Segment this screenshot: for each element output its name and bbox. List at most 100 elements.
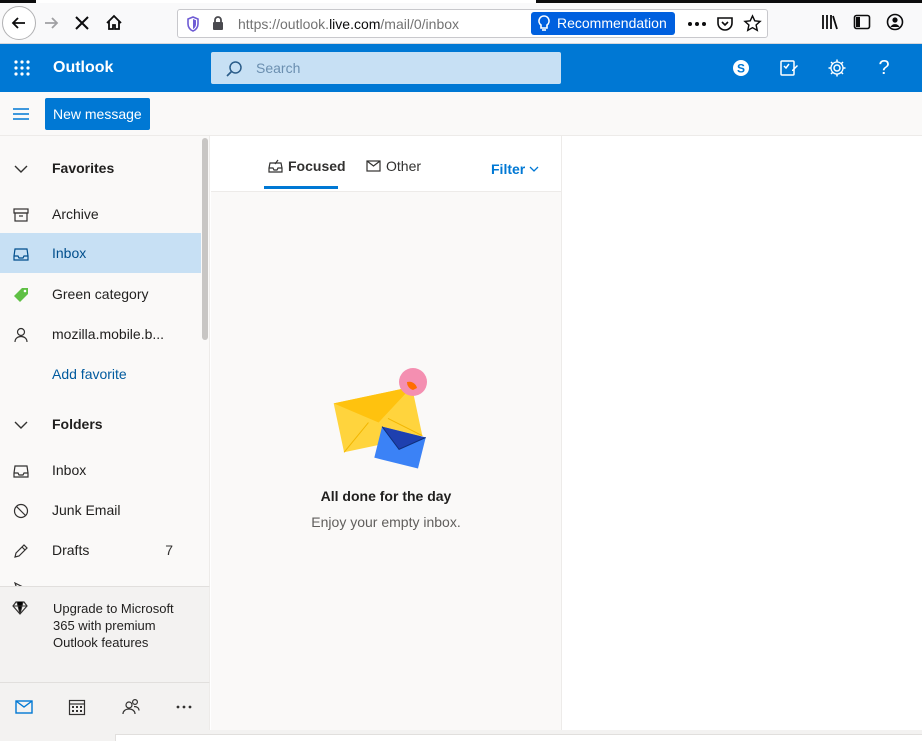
filter-button[interactable]: Filter: [491, 161, 539, 177]
focused-inbox-icon: [268, 159, 283, 173]
lightbulb-icon: [538, 15, 550, 31]
url-text[interactable]: https://outlook.live.com/mail/0/inbox: [238, 16, 459, 32]
mail-module-button[interactable]: [12, 695, 36, 719]
favorites-header[interactable]: Favorites: [0, 148, 201, 188]
inbox-pivot: Focused Other Filter: [211, 136, 561, 192]
forward-button[interactable]: [36, 8, 66, 38]
library-icon[interactable]: [821, 13, 839, 31]
sidebar-item-contact[interactable]: mozilla.mobile.b...: [0, 314, 201, 354]
sidebar-item-inbox[interactable]: Inbox: [0, 450, 201, 490]
envelope-icon: [366, 160, 381, 172]
sidebar-item-inbox-favorite[interactable]: Inbox: [0, 233, 201, 273]
diamond-icon: [12, 601, 28, 620]
empty-inbox-illustration: [333, 368, 427, 469]
favorites-label: Favorites: [52, 160, 115, 176]
upgrade-text: Upgrade to Microsoft 365 with premium Ou…: [53, 601, 174, 650]
people-module-button[interactable]: [119, 695, 143, 719]
inbox-icon: [12, 462, 30, 480]
pencil-icon: [12, 542, 30, 560]
person-icon: [12, 326, 30, 344]
address-bar[interactable]: https://outlook.live.com/mail/0/inbox Re…: [177, 9, 768, 38]
chevron-down-icon: [12, 416, 30, 434]
filter-label: Filter: [491, 161, 526, 177]
tab-strip: [0, 0, 922, 3]
search-icon: [226, 61, 242, 77]
account-icon[interactable]: [886, 13, 904, 31]
sidebar-item-label: Green category: [52, 286, 149, 302]
app-brand[interactable]: Outlook: [53, 59, 113, 77]
tab-other[interactable]: Other: [366, 158, 421, 174]
more-modules-button[interactable]: [172, 695, 196, 719]
ellipsis-icon: [176, 705, 192, 709]
chevron-down-icon: [529, 166, 539, 172]
task-list-icon: [780, 60, 798, 76]
app-launcher-button[interactable]: [2, 44, 42, 92]
tracking-shield-icon[interactable]: [186, 16, 200, 32]
help-icon: ?: [878, 56, 890, 79]
sidebar-item-archive[interactable]: Archive: [0, 194, 201, 234]
gear-icon: [828, 59, 846, 77]
back-button[interactable]: [2, 6, 36, 40]
nav-toggle-button[interactable]: [8, 102, 34, 126]
reading-pane: [562, 136, 922, 730]
search-box[interactable]: Search: [211, 52, 561, 84]
tab-focused-label: Focused: [288, 158, 346, 174]
back-arrow-icon: [11, 17, 25, 29]
pocket-icon[interactable]: [716, 15, 734, 33]
sidebar-item-green-category[interactable]: Green category: [0, 274, 201, 314]
add-favorite-link[interactable]: Add favorite: [0, 354, 201, 394]
stop-button[interactable]: [67, 8, 97, 38]
folders-label: Folders: [52, 416, 103, 432]
outlook-header: Outlook Search S ?: [0, 44, 922, 92]
recommendation-button[interactable]: Recommendation: [531, 12, 675, 35]
skype-icon: S: [733, 60, 749, 76]
upgrade-banner[interactable]: Upgrade to Microsoft 365 with premium Ou…: [0, 586, 210, 682]
sidebar-item-label: Inbox: [52, 245, 87, 261]
waffle-icon: [14, 60, 30, 76]
folder-pane-scrollbar[interactable]: [202, 138, 208, 340]
blocked-icon: [12, 502, 30, 520]
tag-icon: [12, 286, 30, 304]
browser-toolbar: https://outlook.live.com/mail/0/inbox Re…: [0, 0, 922, 44]
hamburger-icon: [13, 108, 29, 120]
bottom-strip: [0, 730, 922, 741]
unread-count: 7: [165, 542, 173, 558]
forward-arrow-icon: [45, 17, 59, 29]
add-favorite-label: Add favorite: [52, 366, 127, 382]
settings-button[interactable]: [823, 54, 851, 82]
search-input[interactable]: Search: [256, 60, 300, 76]
home-button[interactable]: [99, 8, 129, 38]
help-button[interactable]: ?: [870, 54, 898, 82]
archive-icon: [12, 206, 30, 224]
message-list: Focused Other Filter All done for the da…: [211, 136, 562, 730]
empty-state-title: All done for the day: [320, 488, 452, 504]
sidebar-item-label: Inbox: [52, 462, 87, 478]
close-icon: [75, 16, 89, 30]
folders-header[interactable]: Folders: [0, 404, 201, 444]
active-tab-indicator: [264, 186, 338, 189]
inbox-icon: [12, 245, 30, 263]
sidebar-item-label: Junk Email: [52, 502, 121, 518]
sidebar-item-junk-email[interactable]: Junk Email: [0, 490, 201, 530]
sidebar-toggle-icon[interactable]: [853, 13, 871, 31]
empty-state-subtitle: Enjoy your empty inbox.: [311, 514, 461, 530]
sidebar-item-label: mozilla.mobile.b...: [52, 326, 165, 342]
lock-icon[interactable]: [212, 16, 224, 31]
new-message-button[interactable]: New message: [45, 98, 150, 130]
module-switcher: [0, 682, 210, 730]
todo-button[interactable]: [775, 54, 803, 82]
svg-text:S: S: [737, 62, 745, 76]
sidebar-item-partial[interactable]: [0, 570, 201, 586]
more-actions-icon[interactable]: [688, 22, 706, 26]
sidebar-item-label: Archive: [52, 206, 99, 222]
home-icon: [106, 14, 122, 30]
sidebar-item-drafts[interactable]: Drafts 7: [0, 530, 201, 570]
chevron-down-icon: [12, 160, 30, 178]
mail-icon: [15, 700, 33, 714]
calendar-module-button[interactable]: [65, 695, 89, 719]
command-bar: New message: [0, 92, 922, 136]
skype-button[interactable]: S: [727, 54, 755, 82]
calendar-icon: [68, 699, 86, 716]
tab-focused[interactable]: Focused: [268, 158, 346, 174]
star-icon[interactable]: [743, 14, 762, 33]
